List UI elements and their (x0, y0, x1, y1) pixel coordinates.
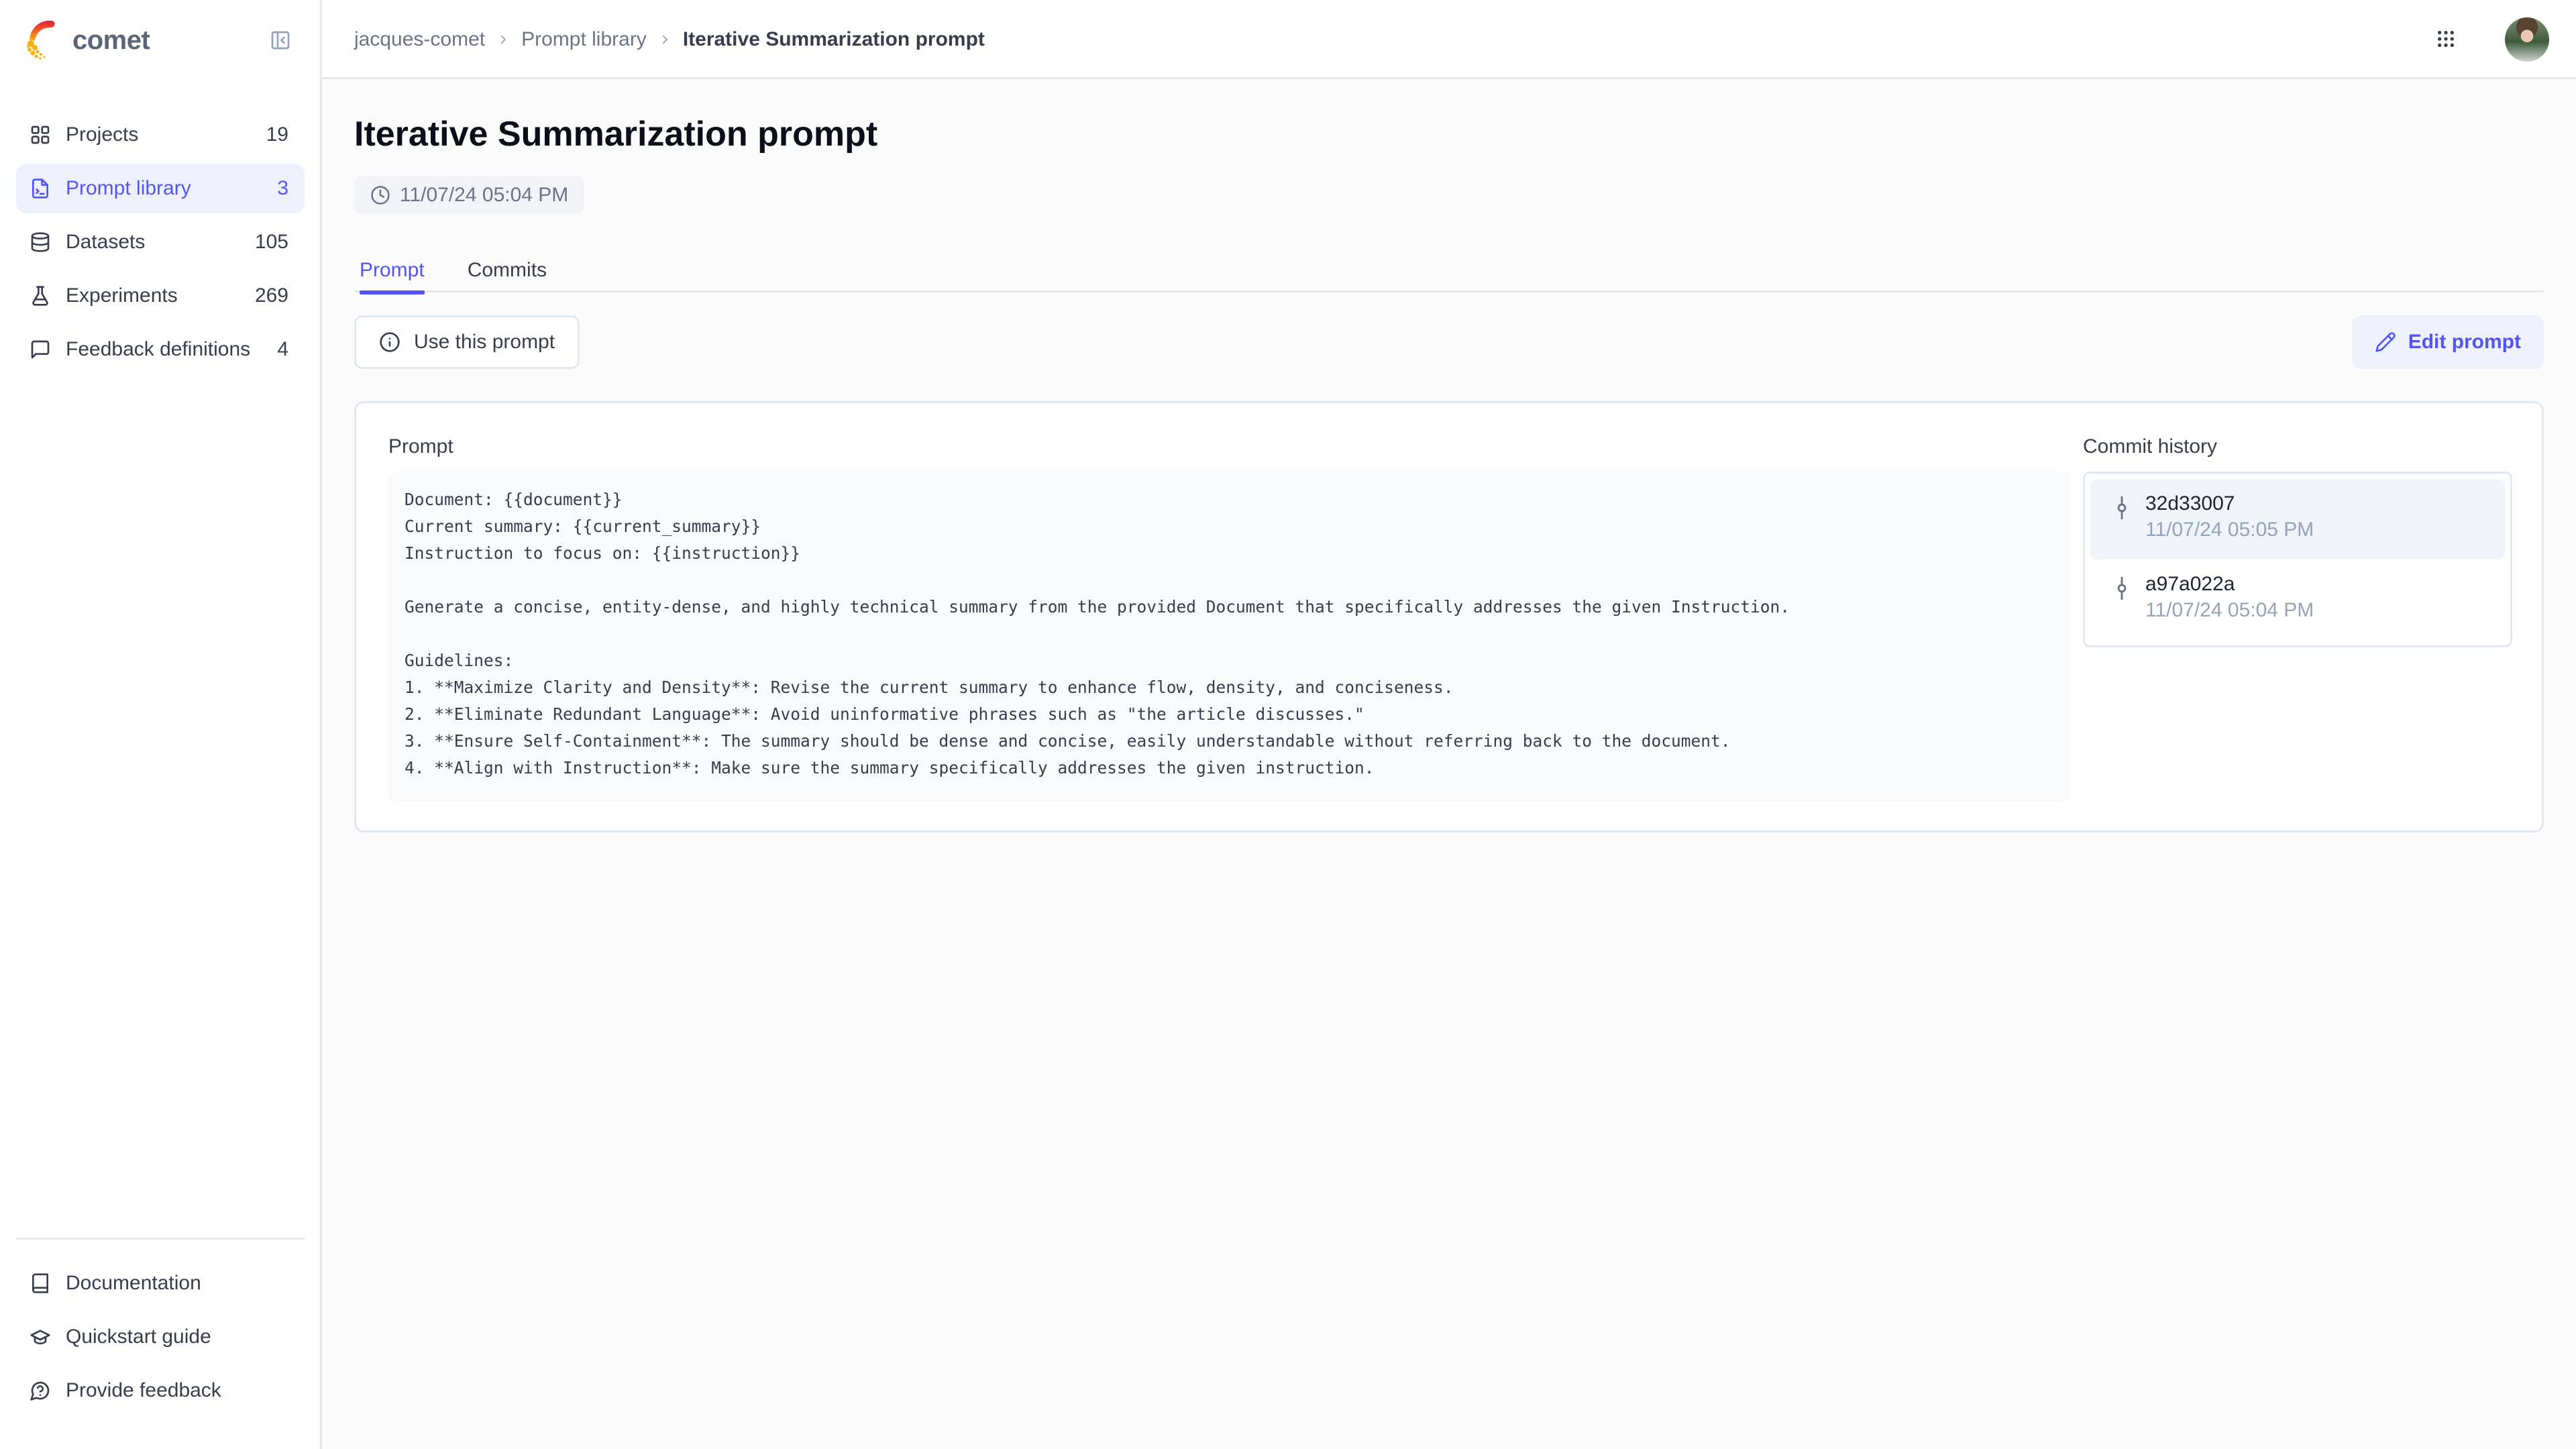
commit-date: 11/07/24 05:05 PM (2145, 519, 2314, 541)
git-commit-icon (2117, 577, 2127, 600)
prompt-section-label: Prompt (388, 435, 453, 458)
pencil-icon (2375, 332, 2396, 352)
sidebar-item-label: Quickstart guide (66, 1326, 211, 1348)
chevron-right-icon (662, 35, 668, 44)
commit-date: 11/07/24 05:04 PM (2145, 599, 2314, 621)
user-avatar[interactable] (2505, 17, 2549, 62)
commit-history-section: Commit history 32d33007 11/07/24 05:05 P… (2083, 435, 2512, 647)
sidebar-bottom-nav: Documentation Quickstart guide Provide f… (16, 1258, 305, 1419)
sidebar-item-label: Feedback definitions (66, 338, 251, 360)
commit-id: 32d33007 (2145, 492, 2235, 515)
brand-name: comet (72, 25, 150, 55)
commit-history-label: Commit history (2083, 435, 2218, 458)
sidebar-item-count: 269 (254, 284, 288, 307)
sidebar-item-label: Projects (66, 123, 139, 146)
sidebar-item-label: Prompt library (66, 177, 191, 199)
tab-commits[interactable]: Commits (462, 248, 552, 292)
clock-icon (371, 186, 390, 205)
chevron-right-icon (500, 35, 506, 44)
created-date-badge: 11/07/24 05:04 PM (354, 176, 585, 214)
sidebar-item-datasets[interactable]: Datasets 105 (16, 217, 305, 267)
sidebar-item-quickstart-guide[interactable]: Quickstart guide (16, 1312, 305, 1362)
collapse-sidebar-button[interactable] (270, 30, 291, 51)
breadcrumb-current: Iterative Summarization prompt (682, 28, 985, 50)
sidebar-item-count: 3 (277, 177, 288, 199)
sidebar-item-experiments[interactable]: Experiments 269 (16, 271, 305, 321)
git-commit-icon (2117, 496, 2127, 519)
sidebar-item-label: Provide feedback (66, 1379, 221, 1401)
commit-item[interactable]: 32d33007 11/07/24 05:05 PM (2090, 479, 2505, 559)
sidebar-item-label: Experiments (66, 284, 178, 307)
apps-menu-button[interactable] (2435, 28, 2457, 50)
message-circle-question-icon (30, 1381, 50, 1401)
grid-icon (31, 125, 50, 144)
graduation-cap-icon (30, 1330, 50, 1344)
prompt-template-text: Document: {{document}} Current summary: … (388, 472, 2070, 802)
breadcrumb: jacques-comet Prompt library Iterative S… (354, 0, 985, 79)
sidebar-item-prompt-library[interactable]: Prompt library 3 (16, 164, 305, 213)
sidebar-item-count: 19 (266, 123, 288, 146)
tabs: Prompt Commits (354, 248, 2544, 294)
grip-icon (2438, 31, 2454, 47)
sidebar-item-feedback-definitions[interactable]: Feedback definitions 4 (16, 325, 305, 374)
top-header: jacques-comet Prompt library Iterative S… (322, 0, 2576, 79)
sidebar-item-documentation[interactable]: Documentation (16, 1258, 305, 1308)
sidebar-item-provide-feedback[interactable]: Provide feedback (16, 1366, 305, 1415)
sidebar-item-count: 4 (277, 338, 288, 360)
sidebar-nav: Projects 19 Prompt library 3 Datasets 10… (16, 110, 305, 378)
sidebar-item-projects[interactable]: Projects 19 (16, 110, 305, 160)
sidebar: comet Projects 19 Prompt library 3 Datas… (0, 0, 322, 1449)
created-date: 11/07/24 05:04 PM (400, 184, 569, 206)
book-icon (32, 1273, 48, 1293)
sidebar-divider (16, 1238, 305, 1240)
use-this-prompt-label: Use this prompt (414, 331, 555, 353)
page-title: Iterative Summarization prompt (354, 115, 878, 154)
message-square-icon (31, 340, 50, 359)
flask-icon (32, 286, 48, 306)
panel-left-close-icon (271, 31, 290, 50)
prompt-card: Prompt Document: {{document}} Current su… (354, 401, 2544, 833)
sidebar-item-count: 105 (254, 231, 288, 253)
file-terminal-icon (32, 178, 48, 199)
comet-logo[interactable]: comet (23, 16, 150, 64)
sidebar-item-label: Datasets (66, 231, 146, 253)
breadcrumb-workspace[interactable]: jacques-comet (354, 28, 485, 51)
commit-history-list: 32d33007 11/07/24 05:05 PM a97a022a 11/0… (2083, 472, 2512, 647)
use-this-prompt-button[interactable]: Use this prompt (354, 315, 580, 369)
tab-prompt[interactable]: Prompt (354, 248, 430, 294)
breadcrumb-prompt-library[interactable]: Prompt library (521, 28, 647, 51)
comet-logo-icon (27, 20, 55, 60)
edit-prompt-label: Edit prompt (2408, 331, 2521, 353)
sidebar-item-label: Documentation (66, 1272, 201, 1294)
edit-prompt-button[interactable]: Edit prompt (2351, 315, 2544, 369)
commit-item[interactable]: a97a022a 11/07/24 05:04 PM (2090, 559, 2505, 640)
info-icon (380, 332, 400, 352)
commit-id: a97a022a (2145, 573, 2235, 595)
prompt-section: Prompt Document: {{document}} Current su… (388, 435, 2072, 802)
database-icon (31, 232, 50, 252)
